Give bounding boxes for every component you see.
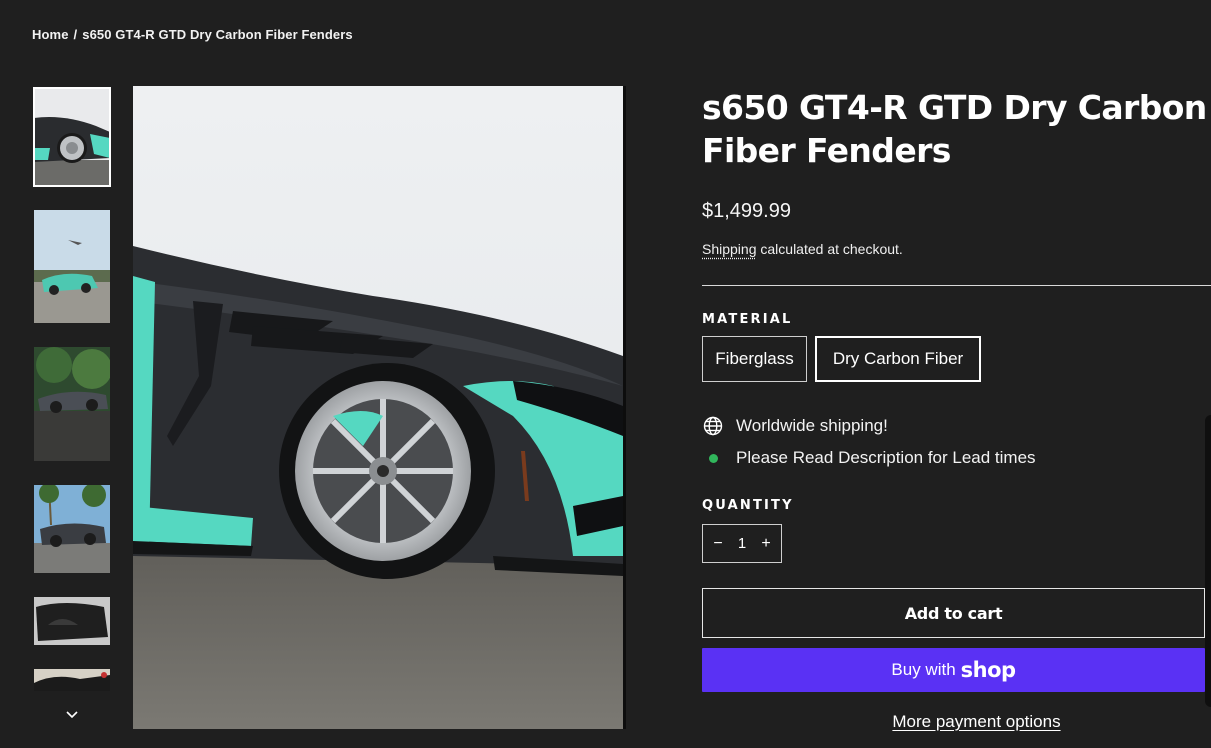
- chevron-down-icon[interactable]: [64, 707, 80, 723]
- breadcrumb-home-link[interactable]: Home: [32, 27, 69, 42]
- worldwide-shipping-feature: Worldwide shipping!: [702, 415, 888, 437]
- material-option-dry-carbon-fiber[interactable]: Dry Carbon Fiber: [815, 336, 981, 382]
- main-product-image[interactable]: [133, 86, 623, 729]
- gallery-thumbnail-4[interactable]: [34, 485, 110, 573]
- gallery-thumbnail-1[interactable]: [34, 88, 110, 186]
- thumbnail-image: [34, 669, 110, 691]
- breadcrumb-current: s650 GT4-R GTD Dry Carbon Fiber Fenders: [82, 27, 352, 42]
- material-option-fiberglass[interactable]: Fiberglass: [702, 336, 807, 382]
- quantity-increase-button[interactable]: +: [759, 535, 773, 553]
- quantity-decrease-button[interactable]: −: [711, 535, 725, 553]
- product-price: $1,499.99: [702, 200, 791, 223]
- quantity-stepper: − 1 +: [702, 524, 782, 563]
- breadcrumb: Home / s650 GT4-R GTD Dry Carbon Fiber Fen…: [32, 27, 353, 42]
- gallery-thumbnail-3[interactable]: [34, 347, 110, 461]
- add-to-cart-button[interactable]: Add to cart: [702, 588, 1205, 638]
- thumbnail-image: [34, 485, 110, 573]
- lead-times-feature: Please Read Description for Lead times: [702, 447, 1036, 469]
- gallery-thumbnail-5[interactable]: [34, 597, 110, 645]
- quantity-value[interactable]: 1: [738, 535, 746, 552]
- thumbnail-image: [34, 597, 110, 645]
- globe-icon: [702, 415, 724, 437]
- product-title: s650 GT4-R GTD Dry Carbon Fiber Fenders: [702, 86, 1211, 172]
- shipping-link[interactable]: Shipping: [702, 241, 757, 257]
- shop-logo: shop: [961, 658, 1016, 682]
- thumbnail-image: [34, 347, 110, 461]
- product-photo: [133, 86, 623, 729]
- shipping-note: Shipping calculated at checkout.: [702, 241, 903, 257]
- shipping-note-text: calculated at checkout.: [757, 241, 903, 257]
- buy-with-shop-button[interactable]: Buy with shop: [702, 648, 1205, 692]
- more-payment-options-link[interactable]: More payment options: [702, 712, 1211, 732]
- divider: [702, 285, 1211, 286]
- quantity-label: QUANTITY: [702, 498, 794, 513]
- gallery-thumbnail-6[interactable]: [34, 669, 110, 691]
- buy-with-label: Buy with: [891, 660, 955, 680]
- side-panel-edge[interactable]: [1205, 415, 1211, 707]
- gallery-thumbnail-2[interactable]: [34, 210, 110, 323]
- thumbnail-image: [34, 210, 110, 323]
- material-label: MATERIAL: [702, 312, 793, 327]
- worldwide-shipping-text: Worldwide shipping!: [736, 416, 888, 436]
- breadcrumb-separator: /: [74, 27, 78, 42]
- status-dot-icon: [702, 447, 724, 469]
- lead-times-text: Please Read Description for Lead times: [736, 448, 1036, 468]
- product-info: s650 GT4-R GTD Dry Carbon Fiber Fenders …: [702, 86, 1211, 172]
- thumbnail-image: [34, 88, 110, 186]
